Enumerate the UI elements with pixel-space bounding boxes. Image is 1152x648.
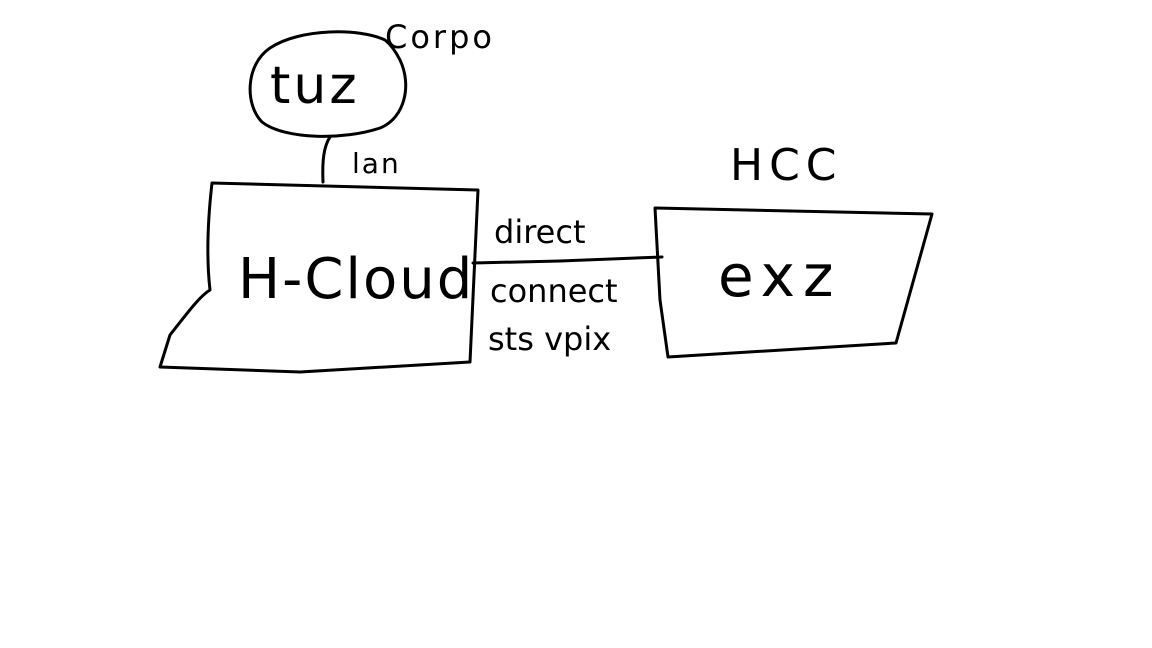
corp-cloud-node: tuz — [248, 30, 408, 138]
exz-node: exz — [653, 206, 934, 359]
exz-label: exz — [718, 242, 841, 310]
corp-annotation: Corpo — [385, 18, 495, 56]
hcc-annotation: HCC — [730, 140, 843, 191]
h-cloud-node: H-Cloud — [158, 181, 480, 374]
lan-link: lan — [321, 135, 401, 184]
direct-connect-label-line-1: direct — [494, 213, 585, 251]
lan-link-line — [321, 135, 332, 184]
h-cloud-label: H-Cloud — [238, 247, 474, 312]
lan-link-label: lan — [352, 147, 401, 180]
direct-connect-label-line-3: sts vpix — [488, 320, 611, 358]
direct-connect-line — [471, 255, 664, 265]
direct-connect-label-line-2: connect — [490, 272, 618, 310]
diagram-canvas: tuz Corpo lan H-Cloud direct connect sts… — [158, 18, 934, 374]
corp-cloud-label: tuz — [270, 56, 360, 116]
direct-connect-link: direct connect sts vpix — [471, 213, 664, 358]
